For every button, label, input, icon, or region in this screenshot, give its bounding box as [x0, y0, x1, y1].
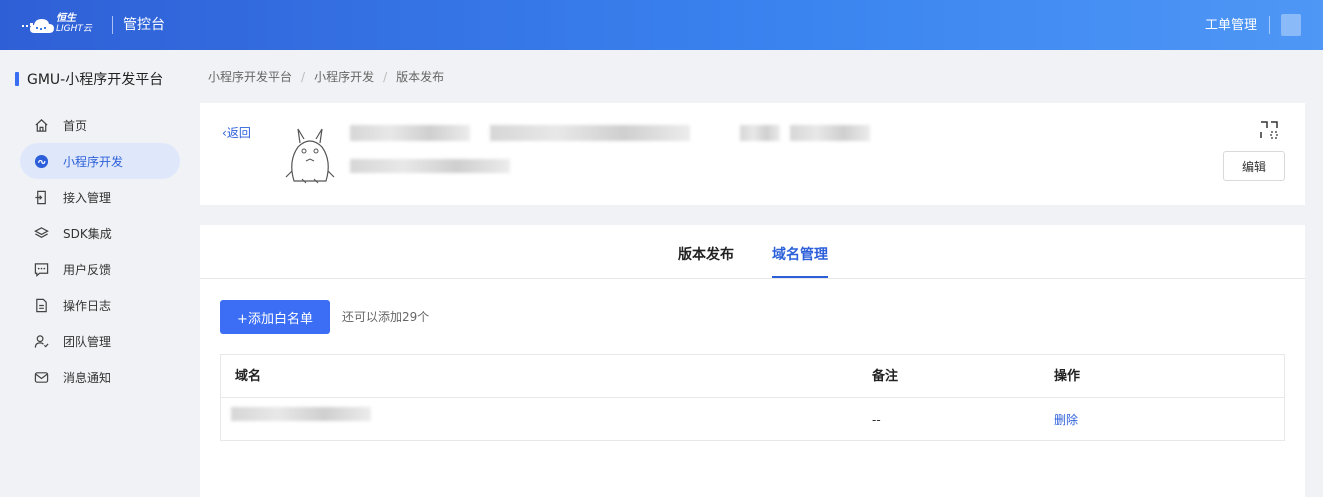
- app-header-card: ‹返回 编辑: [200, 103, 1305, 205]
- sidebar-item-label: 用户反馈: [63, 262, 112, 277]
- edit-button[interactable]: 编辑: [1223, 151, 1285, 181]
- layers-icon: [33, 225, 49, 241]
- active-tab-indicator: [772, 276, 828, 278]
- breadcrumb-separator: /: [301, 70, 306, 84]
- sidebar-item-miniapp-dev[interactable]: 小程序开发: [20, 143, 180, 179]
- top-bar: 恒生 LIGHT云 管控台 工单管理: [0, 0, 1323, 50]
- app-name-redacted: [740, 125, 780, 141]
- sidebar: GMU-小程序开发平台 首页 小程序开发 接入管理 SDK集成 用户反馈 操作日…: [0, 50, 200, 497]
- table-header: 域名 备注 操作: [221, 355, 1284, 398]
- sidebar-item-access[interactable]: 接入管理: [20, 179, 180, 215]
- sidebar-item-label: 小程序开发: [63, 154, 124, 169]
- app-name-redacted: [790, 125, 870, 141]
- sidebar-item-team[interactable]: 团队管理: [20, 323, 180, 359]
- whitelist-remaining-hint: 还可以添加29个: [342, 310, 430, 324]
- miniapp-icon: [33, 153, 49, 169]
- sidebar-item-label: 团队管理: [63, 334, 112, 349]
- sidebar-item-label: SDK集成: [63, 226, 112, 241]
- app-name-redacted: [490, 125, 690, 141]
- sidebar-menu: 首页 小程序开发 接入管理 SDK集成 用户反馈 操作日志 团队管理 消息通知: [20, 107, 180, 395]
- breadcrumb-item-platform[interactable]: 小程序开发平台: [208, 70, 292, 84]
- logo-text-line1: 恒生: [56, 13, 76, 24]
- domain-management-card: 版本发布 域名管理 +添加白名单 还可以添加29个 域名 备注 操作 -- 删除: [200, 225, 1305, 497]
- app-avatar-image: [282, 121, 338, 187]
- sidebar-title: GMU-小程序开发平台: [27, 72, 164, 88]
- breadcrumb: 小程序开发平台 / 小程序开发 / 版本发布: [208, 68, 444, 86]
- sidebar-item-sdk[interactable]: SDK集成: [20, 215, 180, 251]
- user-avatar[interactable]: [1281, 14, 1301, 36]
- breadcrumb-item-miniapp-dev[interactable]: 小程序开发: [314, 70, 374, 84]
- home-icon: [33, 117, 49, 133]
- logo-text-line2: LIGHT云: [56, 24, 92, 34]
- tab-domain-management[interactable]: 域名管理: [772, 245, 828, 265]
- back-label: 返回: [226, 126, 251, 140]
- tab-version-release[interactable]: 版本发布: [678, 245, 734, 265]
- domain-value-redacted: [231, 407, 371, 421]
- access-icon: [33, 189, 49, 205]
- sidebar-item-label: 接入管理: [63, 190, 112, 205]
- app-name-redacted: [350, 125, 470, 141]
- sidebar-item-log[interactable]: 操作日志: [20, 287, 180, 323]
- sidebar-item-label: 消息通知: [63, 370, 112, 385]
- team-icon: [33, 333, 49, 349]
- qrcode-icon[interactable]: [1260, 121, 1278, 139]
- breadcrumb-item-current: 版本发布: [396, 70, 445, 84]
- remark-cell: --: [872, 413, 881, 427]
- add-whitelist-button[interactable]: +添加白名单: [220, 300, 330, 334]
- delete-link[interactable]: 删除: [1054, 411, 1078, 429]
- document-icon: [33, 297, 49, 313]
- breadcrumb-separator: /: [383, 70, 388, 84]
- back-link[interactable]: ‹返回: [222, 124, 251, 142]
- console-title[interactable]: 管控台: [123, 15, 165, 35]
- column-header-remark: 备注: [872, 369, 899, 384]
- sidebar-item-label: 首页: [63, 118, 88, 133]
- sidebar-item-home[interactable]: 首页: [20, 107, 180, 143]
- sidebar-item-notifications[interactable]: 消息通知: [20, 359, 180, 395]
- feedback-icon: [33, 261, 49, 277]
- sidebar-item-label: 操作日志: [63, 298, 112, 313]
- mail-icon: [33, 369, 49, 385]
- column-header-action: 操作: [1054, 369, 1081, 384]
- domain-table: 域名 备注 操作 -- 删除: [220, 354, 1285, 441]
- tab-bar: 版本发布 域名管理: [200, 225, 1305, 279]
- column-header-domain: 域名: [235, 369, 262, 384]
- topbar-divider: [112, 16, 113, 34]
- app-id-redacted: [350, 159, 510, 173]
- ticket-management-link[interactable]: 工单管理: [1205, 16, 1257, 36]
- sidebar-title-marker: [15, 72, 19, 86]
- topbar-divider-right: [1269, 16, 1270, 34]
- sidebar-item-feedback[interactable]: 用户反馈: [20, 251, 180, 287]
